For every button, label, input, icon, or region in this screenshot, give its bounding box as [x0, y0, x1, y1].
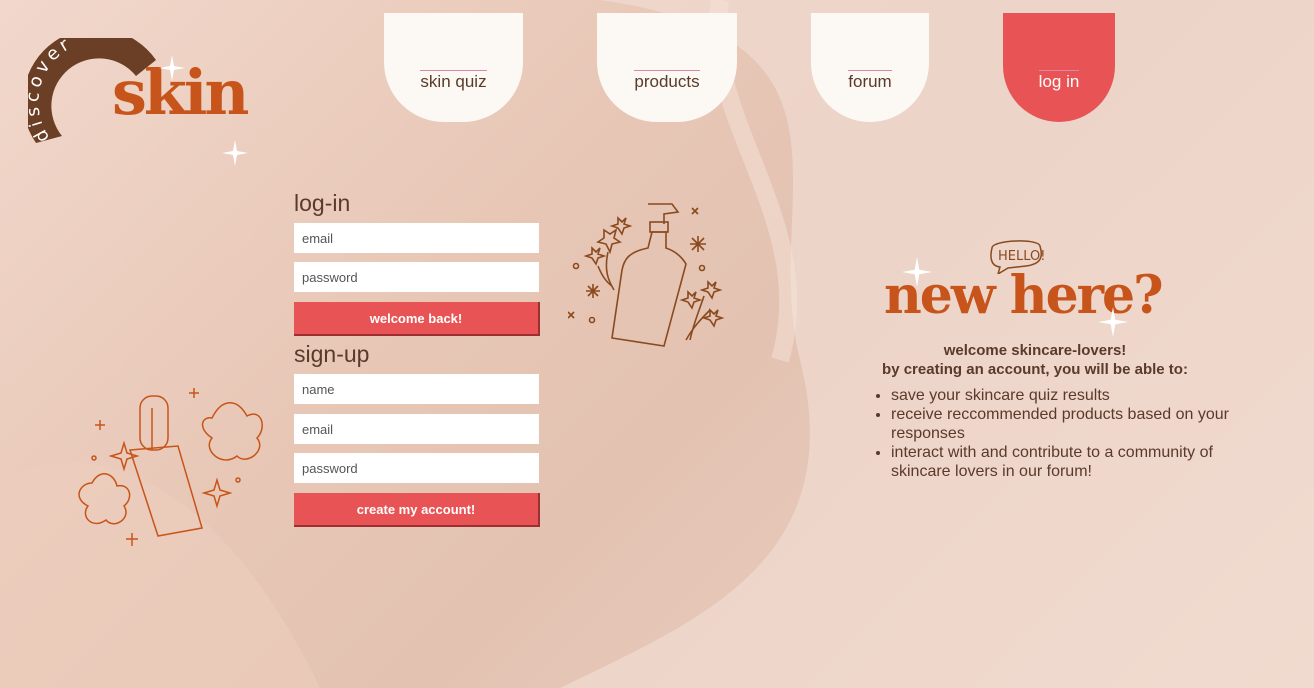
nav-tab-log-in[interactable]: log in [1003, 13, 1115, 122]
nav-tab-label: forum [848, 70, 892, 91]
serum-bottle-icon [78, 388, 263, 546]
signup-password-input[interactable] [294, 453, 539, 483]
pump-bottle-icon [568, 203, 725, 347]
nav-tab-skin-quiz[interactable]: skin quiz [384, 13, 523, 122]
list-item: save your skincare quiz results [891, 386, 1241, 405]
login-heading: log-in [294, 190, 351, 216]
signup-submit-button[interactable]: create my account! [294, 493, 540, 527]
benefits-list: save your skincare quiz results receive … [872, 386, 1241, 481]
list-item: receive reccommended products based on y… [891, 405, 1241, 443]
nav-tab-label: skin quiz [420, 70, 487, 91]
nav-tab-label: products [634, 70, 700, 91]
sparkle-icon [159, 55, 185, 81]
nav-tab-products[interactable]: products [597, 13, 737, 122]
signup-email-input[interactable] [294, 414, 539, 444]
signup-name-input[interactable] [294, 374, 539, 404]
svg-text:discover: discover [28, 38, 76, 146]
svg-text:HELLO!: HELLO! [998, 249, 1044, 264]
welcome-line: welcome skincare-lovers! [943, 342, 1127, 359]
login-email-input[interactable] [294, 223, 539, 253]
sparkle-icon [222, 140, 248, 166]
list-item: interact with and contribute to a commun… [891, 443, 1241, 481]
sparkle-icon [1098, 307, 1128, 337]
nav-tab-forum[interactable]: forum [811, 13, 929, 122]
login-password-input[interactable] [294, 262, 539, 292]
nav-tab-label: log in [1038, 70, 1080, 91]
benefits-intro: by creating an account, you will be able… [882, 361, 1188, 378]
login-submit-button[interactable]: welcome back! [294, 302, 540, 336]
signup-heading: sign-up [294, 341, 370, 367]
site-logo[interactable]: discover skin [28, 38, 298, 168]
